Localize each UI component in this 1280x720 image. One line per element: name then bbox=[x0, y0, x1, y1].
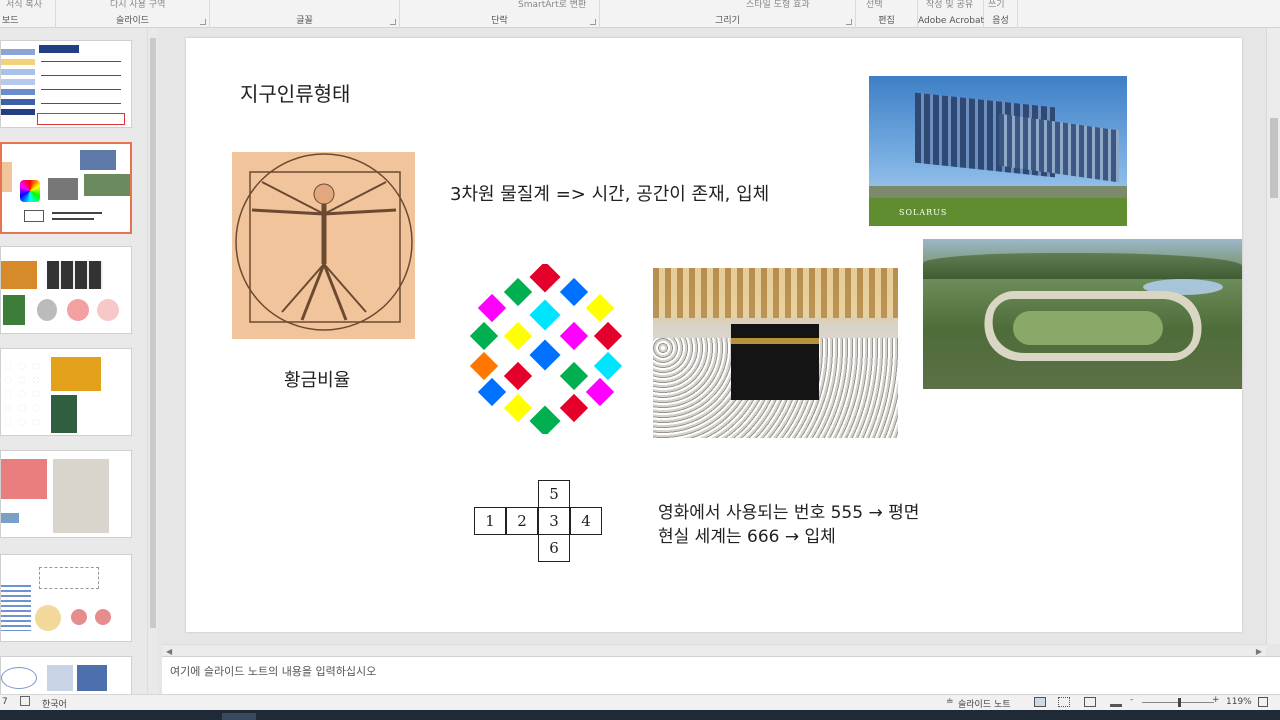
ribbon-group-label: 편집 bbox=[878, 16, 895, 26]
thumbnails-scrollbar[interactable] bbox=[147, 28, 158, 696]
dimension-description[interactable]: 3차원 물질계 => 시간, 공간이 존재, 입체 bbox=[450, 180, 769, 206]
slide-sorter-icon[interactable] bbox=[1058, 697, 1070, 707]
slide-thumbnails-pane[interactable] bbox=[0, 28, 158, 696]
kaaba-photo[interactable] bbox=[653, 268, 898, 438]
launcher-icon[interactable] bbox=[200, 19, 206, 25]
ribbon-group-label: 음성 bbox=[992, 16, 1009, 26]
launcher-icon[interactable] bbox=[846, 19, 852, 25]
number-box-1[interactable]: 1 bbox=[474, 507, 506, 535]
number-box-4[interactable]: 4 bbox=[570, 507, 602, 535]
taskbar-app-icon[interactable] bbox=[222, 713, 256, 720]
slide-notes-field[interactable]: 여기에 슬라이드 노트의 내용을 입력하십시오 bbox=[162, 656, 1280, 694]
taskbar bbox=[0, 710, 1280, 720]
vitruvian-man-image[interactable] bbox=[232, 152, 415, 339]
ribbon-group-slides[interactable]: 다시 사용 구역 슬라이드 bbox=[56, 0, 210, 28]
slide-thumbnail[interactable] bbox=[0, 450, 132, 538]
real-world-text[interactable]: 현실 세계는 666 → 입체 bbox=[658, 522, 836, 547]
spellcheck-icon[interactable] bbox=[20, 696, 30, 706]
launcher-icon[interactable] bbox=[590, 19, 596, 25]
ribbon-group-voice[interactable]: 쓰기 음성 bbox=[984, 0, 1018, 28]
number-box-3[interactable]: 3 bbox=[538, 507, 570, 535]
photo-watermark: SOLARUS bbox=[899, 208, 948, 217]
rainbow-cube-image[interactable] bbox=[468, 264, 624, 434]
slide-thumbnail[interactable] bbox=[0, 246, 132, 334]
ribbon-group-label: 슬라이드 bbox=[115, 16, 150, 26]
number-box-5[interactable]: 5 bbox=[538, 480, 570, 508]
slide-title[interactable]: 지구인류형태 bbox=[240, 78, 350, 107]
slide-thumbnail-selected[interactable] bbox=[0, 142, 132, 234]
zoom-slider-thumb[interactable] bbox=[1178, 698, 1181, 707]
ribbon-group-clipboard[interactable]: 서식 복사 보드 bbox=[0, 0, 56, 28]
ribbon-group-label: Adobe Acrobat bbox=[918, 16, 985, 26]
ribbon-group-label: 보드 bbox=[2, 16, 19, 26]
ribbon-group-label: 글꼴 bbox=[296, 16, 313, 26]
slide-thumbnail[interactable] bbox=[0, 656, 132, 696]
normal-view-icon[interactable] bbox=[1034, 697, 1046, 707]
select-label[interactable]: 선택 bbox=[866, 0, 883, 10]
aerial-campus-photo[interactable] bbox=[923, 239, 1242, 389]
slide[interactable]: 지구인류형태 황금비율 3차원 물질계 => 시간, 공간이 존재, 입체 SO… bbox=[186, 38, 1242, 632]
movie-number-text[interactable]: 영화에서 사용되는 번호 555 → 평면 bbox=[658, 498, 919, 523]
zoom-level[interactable]: 119% bbox=[1226, 697, 1252, 707]
reuse-section-label[interactable]: 다시 사용 구역 bbox=[110, 0, 165, 10]
smartart-convert-label[interactable]: SmartArt로 변환 bbox=[518, 0, 586, 10]
scroll-right-icon[interactable]: ▶ bbox=[1256, 647, 1262, 656]
create-share-label[interactable]: 작성 및 공유 bbox=[926, 0, 973, 10]
reading-view-icon[interactable] bbox=[1084, 697, 1096, 707]
ribbon-group-font[interactable]: 글꼴 bbox=[210, 0, 400, 28]
language-indicator[interactable]: 한국어 bbox=[42, 697, 67, 710]
shape-style-label[interactable]: 스타일 도형 효과 bbox=[746, 0, 810, 10]
launcher-icon[interactable] bbox=[390, 19, 396, 25]
ribbon-group-paragraph[interactable]: SmartArt로 변환 단락 bbox=[400, 0, 600, 28]
slide-number: 7 bbox=[2, 697, 8, 707]
ribbon-group-label: 그리기 bbox=[715, 16, 740, 26]
notes-placeholder: 여기에 슬라이드 노트의 내용을 입력하십시오 bbox=[170, 665, 377, 678]
slide-thumbnail[interactable] bbox=[0, 348, 132, 436]
notes-toggle-button[interactable]: 슬라이드 노트 bbox=[958, 697, 1011, 710]
zoom-in-icon[interactable]: + bbox=[1212, 695, 1220, 705]
ribbon-group-acrobat[interactable]: 작성 및 공유 Adobe Acrobat bbox=[918, 0, 984, 28]
slide-thumbnail[interactable] bbox=[0, 40, 132, 128]
slide-vertical-scrollbar[interactable] bbox=[1266, 28, 1280, 644]
ribbon: 서식 복사 보드 다시 사용 구역 슬라이드 글꼴 SmartArt로 변환 단… bbox=[0, 0, 1280, 28]
building-photo[interactable]: SOLARUS bbox=[869, 76, 1127, 226]
scroll-left-icon[interactable]: ◀ bbox=[166, 647, 172, 656]
golden-ratio-label[interactable]: 황금비율 bbox=[284, 366, 350, 392]
ribbon-group-drawing[interactable]: 스타일 도형 효과 그리기 bbox=[600, 0, 856, 28]
zoom-out-icon[interactable]: - bbox=[1130, 695, 1133, 705]
number-box-6[interactable]: 6 bbox=[538, 534, 570, 562]
fit-to-window-icon[interactable] bbox=[1258, 697, 1268, 707]
slideshow-icon[interactable] bbox=[1110, 697, 1122, 707]
slide-horizontal-scrollbar[interactable]: ◀ ▶ bbox=[162, 644, 1266, 656]
slide-thumbnail[interactable] bbox=[0, 554, 132, 642]
notes-toggle-icon[interactable]: ≐ bbox=[946, 697, 954, 707]
dictate-label[interactable]: 쓰기 bbox=[988, 0, 1005, 10]
number-box-2[interactable]: 2 bbox=[506, 507, 538, 535]
status-bar: 7 한국어 ≐ 슬라이드 노트 - + 119% bbox=[0, 694, 1280, 710]
ribbon-group-editing[interactable]: 선택 편집 bbox=[856, 0, 918, 28]
ribbon-group-label: 단락 bbox=[491, 16, 508, 26]
format-painter-label[interactable]: 서식 복사 bbox=[6, 0, 42, 10]
